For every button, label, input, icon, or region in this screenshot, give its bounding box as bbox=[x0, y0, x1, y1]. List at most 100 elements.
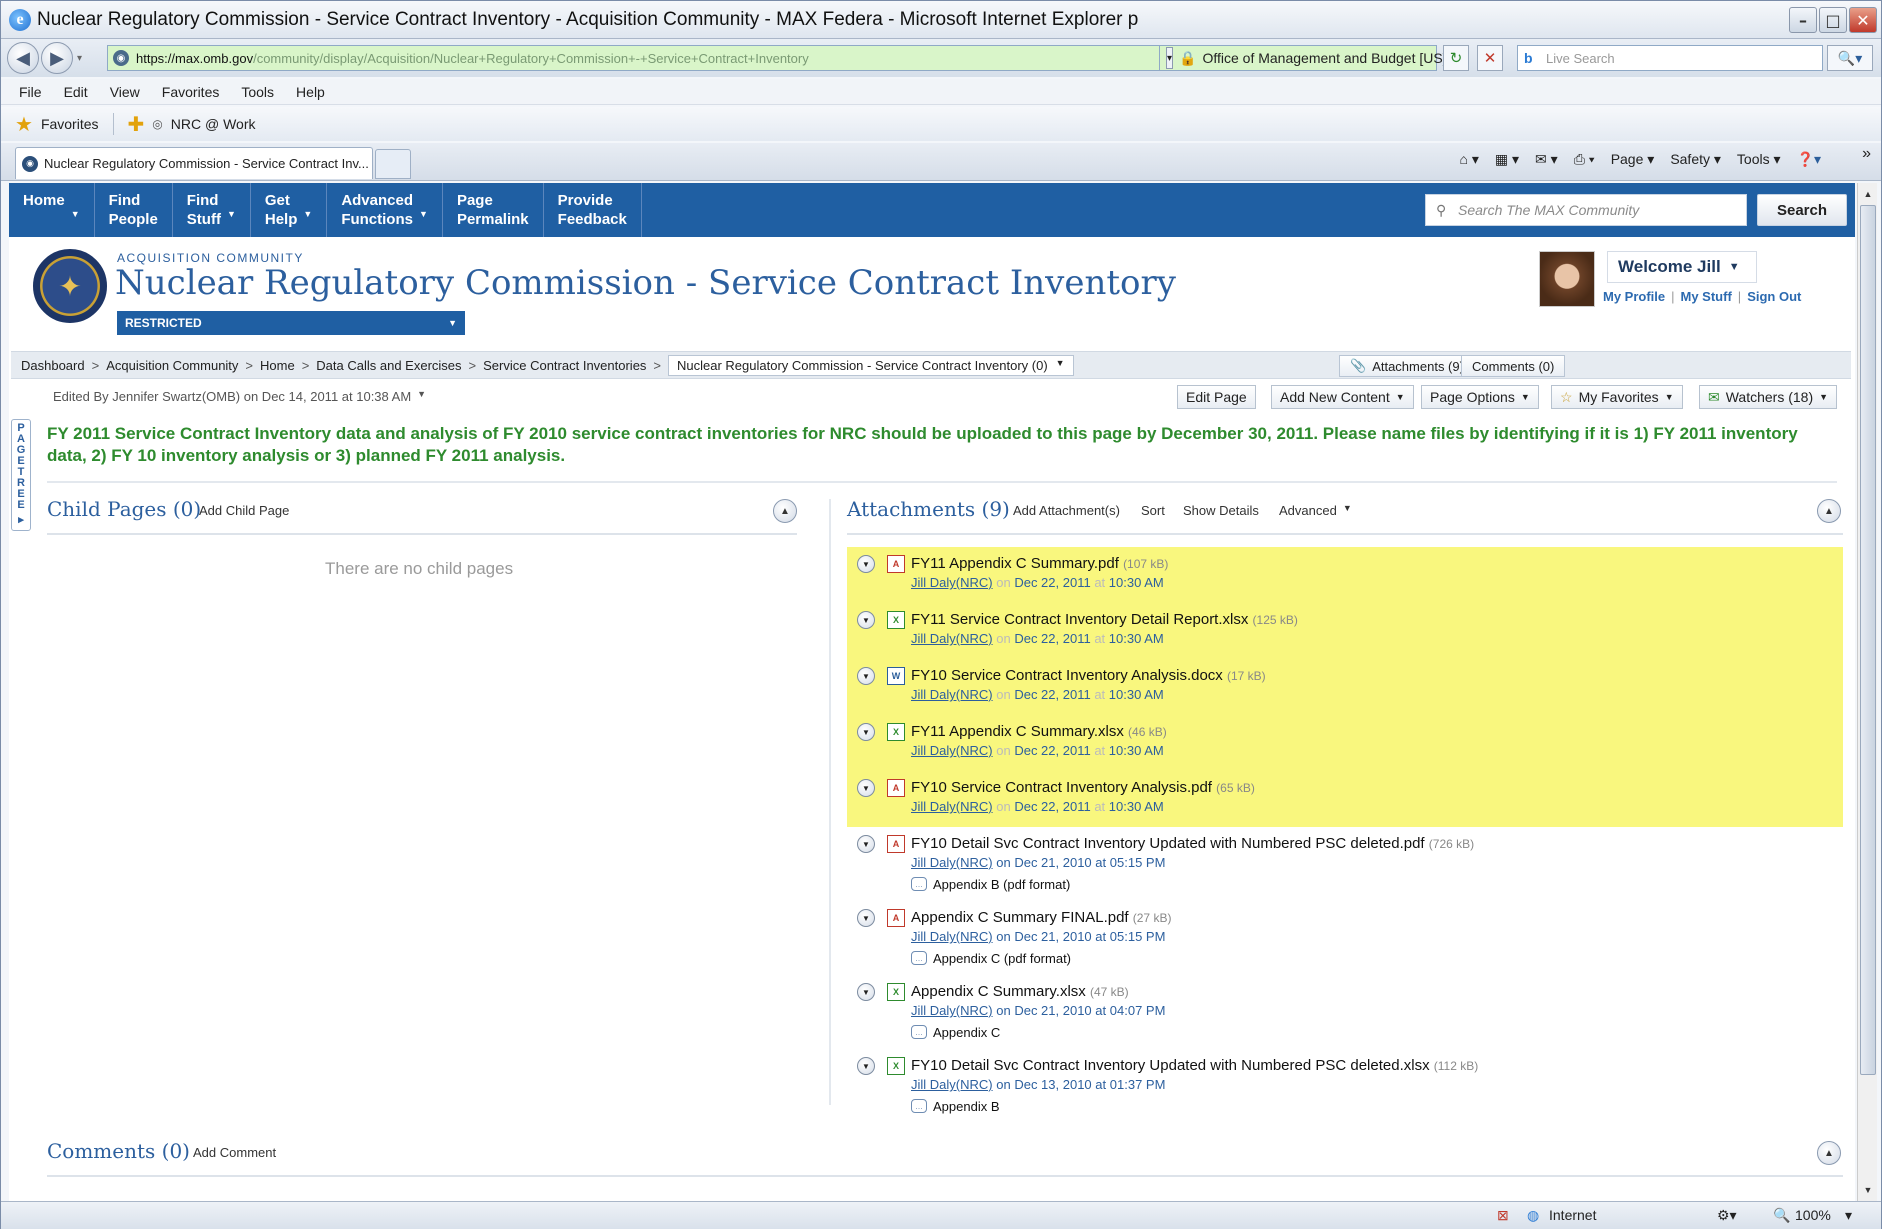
restriction-dropdown[interactable]: RESTRICTED ▼ bbox=[117, 311, 465, 335]
expand-attachment-icon[interactable]: ▼ bbox=[857, 555, 875, 573]
expand-attachment-icon[interactable]: ▼ bbox=[857, 611, 875, 629]
attachment-filename[interactable]: FY11 Service Contract Inventory Detail R… bbox=[911, 611, 1248, 628]
site-search-button[interactable]: Search bbox=[1757, 194, 1847, 226]
attachment-filename[interactable]: FY11 Appendix C Summary.pdf bbox=[911, 555, 1119, 572]
zoom-icon[interactable]: 🔍 bbox=[1773, 1207, 1790, 1224]
collapse-attachments-icon[interactable]: ▲ bbox=[1817, 499, 1841, 523]
popup-blocked-icon[interactable]: ⊠ bbox=[1497, 1207, 1509, 1224]
menu-favorites[interactable]: Favorites bbox=[162, 84, 220, 100]
attachment-name[interactable]: FY10 Detail Svc Contract Inventory Updat… bbox=[911, 1057, 1478, 1074]
advanced-menu[interactable]: Advanced ▼ bbox=[1279, 503, 1352, 518]
scroll-up-icon[interactable]: ▲ bbox=[1860, 185, 1876, 203]
protected-mode-icon[interactable]: ⚙▾ bbox=[1717, 1207, 1737, 1224]
expand-attachment-icon[interactable]: ▼ bbox=[857, 1057, 875, 1075]
attachment-author-link[interactable]: Jill Daly(NRC) bbox=[911, 855, 993, 870]
nav-item-home[interactable]: Home ▼ bbox=[9, 183, 95, 237]
back-button[interactable]: ◀ bbox=[7, 42, 39, 74]
attachment-author-link[interactable]: Jill Daly(NRC) bbox=[911, 799, 993, 814]
attachment-name[interactable]: Appendix C Summary FINAL.pdf (27 kB) bbox=[911, 909, 1171, 926]
add-comment-link[interactable]: Add Comment bbox=[193, 1145, 276, 1160]
feeds-icon[interactable]: ▦ ▾ bbox=[1495, 151, 1519, 168]
attachment-filename[interactable]: FY10 Service Contract Inventory Analysis… bbox=[911, 779, 1212, 796]
scrollbar-thumb[interactable] bbox=[1860, 205, 1876, 1075]
favorites-star-icon[interactable]: ★ bbox=[15, 112, 33, 137]
attachment-author-link[interactable]: Jill Daly(NRC) bbox=[911, 575, 993, 590]
expand-attachment-icon[interactable]: ▼ bbox=[857, 835, 875, 853]
address-dropdown-icon[interactable]: ▾ bbox=[1166, 47, 1174, 69]
more-chevron-icon[interactable]: » bbox=[1862, 145, 1871, 163]
expand-attachment-icon[interactable]: ▼ bbox=[857, 667, 875, 685]
attachment-filename[interactable]: FY10 Detail Svc Contract Inventory Updat… bbox=[911, 1057, 1430, 1074]
help-icon[interactable]: ❓▾ bbox=[1797, 151, 1821, 168]
history-dropdown-icon[interactable]: ▾ bbox=[77, 53, 82, 64]
my-profile-link[interactable]: My Profile bbox=[1603, 289, 1665, 304]
menu-tools[interactable]: Tools bbox=[241, 84, 274, 100]
close-window-button[interactable]: ✕ bbox=[1849, 7, 1877, 33]
stop-icon[interactable]: ✕ bbox=[1477, 45, 1503, 71]
attachment-author-link[interactable]: Jill Daly(NRC) bbox=[911, 687, 993, 702]
user-menu[interactable]: Welcome Jill ▼ bbox=[1607, 251, 1757, 283]
attachment-name[interactable]: FY10 Detail Svc Contract Inventory Updat… bbox=[911, 835, 1474, 852]
add-child-page-link[interactable]: Add Child Page bbox=[199, 503, 289, 518]
safety-menu[interactable]: Safety ▾ bbox=[1670, 151, 1721, 168]
crumb-dashboard[interactable]: Dashboard bbox=[21, 358, 85, 373]
attachment-author-link[interactable]: Jill Daly(NRC) bbox=[911, 1077, 993, 1092]
tab-current[interactable]: ◉ Nuclear Regulatory Commission - Servic… bbox=[15, 147, 373, 179]
attachment-filename[interactable]: Appendix C Summary FINAL.pdf bbox=[911, 909, 1129, 926]
attachment-name[interactable]: FY11 Appendix C Summary.xlsx (46 kB) bbox=[911, 723, 1167, 740]
refresh-icon[interactable]: ↻ bbox=[1443, 45, 1469, 71]
nav-item-advanced-functions[interactable]: Advanced Functions ▼ bbox=[327, 183, 443, 237]
nav-item-page-permalink[interactable]: Page Permalink bbox=[443, 183, 544, 237]
zoom-dropdown-icon[interactable]: ▾ bbox=[1845, 1207, 1852, 1224]
crumb-home[interactable]: Home bbox=[260, 358, 295, 373]
print-icon[interactable]: ⎙ ▾ bbox=[1574, 151, 1595, 168]
expand-attachment-icon[interactable]: ▼ bbox=[857, 909, 875, 927]
expand-attachment-icon[interactable]: ▼ bbox=[857, 983, 875, 1001]
minimize-button[interactable]: – bbox=[1789, 7, 1817, 33]
menu-help[interactable]: Help bbox=[296, 84, 325, 100]
security-report[interactable]: ▾ 🔒 Office of Management and Budget [US] bbox=[1159, 45, 1447, 71]
new-tab-button[interactable] bbox=[375, 149, 411, 179]
crumb-data-calls[interactable]: Data Calls and Exercises bbox=[316, 358, 461, 373]
attachment-filename[interactable]: FY10 Service Contract Inventory Analysis… bbox=[911, 667, 1223, 684]
page-scrollbar[interactable]: ▲ ▼ bbox=[1857, 183, 1877, 1201]
watchers-button[interactable]: ✉ Watchers (18) ▼ bbox=[1699, 385, 1838, 409]
sign-out-link[interactable]: Sign Out bbox=[1747, 289, 1801, 304]
collapse-comments-icon[interactable]: ▲ bbox=[1817, 1141, 1841, 1165]
attachment-author-link[interactable]: Jill Daly(NRC) bbox=[911, 929, 993, 944]
add-new-content-button[interactable]: Add New Content ▼ bbox=[1271, 385, 1414, 409]
my-favorites-button[interactable]: ☆ My Favorites ▼ bbox=[1551, 385, 1683, 409]
mail-icon[interactable]: ✉ ▾ bbox=[1535, 151, 1558, 168]
attachments-count-button[interactable]: 📎 Attachments (9) bbox=[1339, 355, 1475, 377]
my-stuff-link[interactable]: My Stuff bbox=[1681, 289, 1732, 304]
attachment-name[interactable]: FY10 Service Contract Inventory Analysis… bbox=[911, 779, 1255, 796]
nav-item-get-help[interactable]: Get Help ▼ bbox=[251, 183, 328, 237]
expand-page-tree-icon[interactable]: ▸ bbox=[18, 515, 24, 526]
attachment-name[interactable]: FY11 Appendix C Summary.pdf (107 kB) bbox=[911, 555, 1168, 572]
add-attachments-link[interactable]: Add Attachment(s) bbox=[1013, 503, 1120, 518]
crumb-acquisition[interactable]: Acquisition Community bbox=[106, 358, 238, 373]
maximize-button[interactable]: □ bbox=[1819, 7, 1847, 33]
sort-link[interactable]: Sort bbox=[1141, 503, 1165, 518]
attachment-author-link[interactable]: Jill Daly(NRC) bbox=[911, 631, 993, 646]
attachment-filename[interactable]: FY11 Appendix C Summary.xlsx bbox=[911, 723, 1124, 740]
edited-by[interactable]: Edited By Jennifer Swartz(OMB) on Dec 14… bbox=[53, 389, 426, 404]
page-menu[interactable]: Page ▾ bbox=[1611, 151, 1655, 168]
menu-file[interactable]: File bbox=[19, 84, 42, 100]
site-search-input[interactable]: ⚲ Search The MAX Community bbox=[1425, 194, 1747, 226]
nav-item-find-stuff[interactable]: Find Stuff ▼ bbox=[173, 183, 251, 237]
live-search-input[interactable]: b Live Search bbox=[1517, 45, 1823, 71]
attachment-author-link[interactable]: Jill Daly(NRC) bbox=[911, 1003, 993, 1018]
attachment-name[interactable]: Appendix C Summary.xlsx (47 kB) bbox=[911, 983, 1129, 1000]
scroll-down-icon[interactable]: ▼ bbox=[1860, 1181, 1876, 1199]
crumb-current[interactable]: Nuclear Regulatory Commission - Service … bbox=[668, 354, 1074, 376]
attachment-filename[interactable]: Appendix C Summary.xlsx bbox=[911, 983, 1086, 1000]
crumb-inventories[interactable]: Service Contract Inventories bbox=[483, 358, 646, 373]
favorites-button[interactable]: Favorites bbox=[41, 116, 99, 132]
expand-attachment-icon[interactable]: ▼ bbox=[857, 779, 875, 797]
avatar[interactable] bbox=[1539, 251, 1595, 307]
home-icon[interactable]: ⌂ ▾ bbox=[1460, 151, 1479, 168]
edit-page-button[interactable]: Edit Page bbox=[1177, 385, 1256, 409]
tools-menu[interactable]: Tools ▾ bbox=[1737, 151, 1781, 168]
nav-item-provide-feedback[interactable]: Provide Feedback bbox=[544, 183, 642, 237]
